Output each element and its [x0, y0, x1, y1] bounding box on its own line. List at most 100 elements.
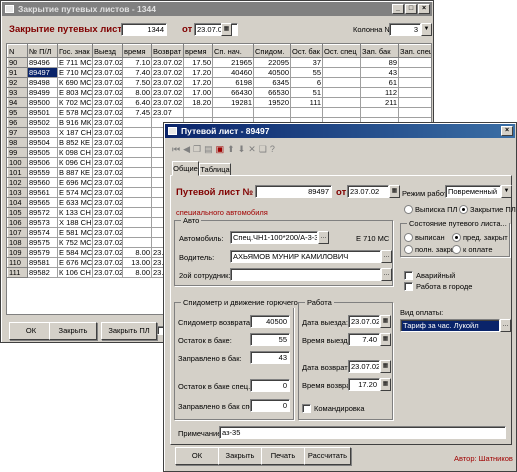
table-cell[interactable]: 6.40: [122, 97, 152, 108]
table-cell[interactable]: Е 711 МС: [57, 57, 93, 68]
table-cell[interactable]: 23.07.02: [92, 257, 123, 268]
table-cell[interactable]: 17.50: [183, 57, 213, 68]
dialog-titlebar[interactable]: Путевой лист - 89497 ×: [165, 124, 515, 138]
table-cell[interactable]: 23.07.02: [92, 67, 123, 78]
table-cell[interactable]: 89502: [27, 117, 58, 128]
table-cell[interactable]: 21965: [212, 57, 254, 68]
table-cell[interactable]: 23.07.02: [92, 167, 123, 178]
return-date-calendar-icon[interactable]: ▦: [380, 360, 391, 373]
table-cell[interactable]: Е 633 МС: [57, 197, 93, 208]
table-cell[interactable]: 37: [290, 57, 323, 68]
table-cell[interactable]: 89559: [27, 167, 58, 178]
table-cell[interactable]: 23.07.02: [151, 67, 184, 78]
table-cell[interactable]: К 690 МС: [57, 77, 93, 88]
table-cell[interactable]: Е 578 МС: [57, 107, 93, 118]
table-cell[interactable]: [398, 57, 431, 68]
note-field[interactable]: аз-35: [219, 426, 506, 439]
table-cell[interactable]: [122, 207, 152, 218]
table-cell[interactable]: 89506: [27, 157, 58, 168]
table-cell[interactable]: 17.00: [183, 87, 213, 98]
column-header[interactable]: Сп. нач.: [212, 44, 254, 58]
table-cell[interactable]: [122, 167, 152, 178]
table-cell[interactable]: 211: [360, 97, 399, 108]
table-cell[interactable]: 18.20: [183, 97, 213, 108]
copy-icon[interactable]: ❐: [193, 143, 201, 155]
table-cell[interactable]: 89582: [27, 267, 58, 278]
table-cell[interactable]: 23.07.02: [92, 117, 123, 128]
city-work-checkbox[interactable]: [404, 282, 413, 291]
table-cell[interactable]: 23.07.02: [151, 77, 184, 88]
table-cell[interactable]: 23.07.02: [92, 127, 123, 138]
table-cell[interactable]: 51: [290, 87, 323, 98]
table-cell[interactable]: 23.07.02: [92, 147, 123, 158]
main-ok-button[interactable]: ОК: [9, 322, 53, 340]
table-row[interactable]: 90 89496 Е 711 МС 23.07.02 7.10 23.07.02 17.50…: [7, 57, 431, 68]
table-cell[interactable]: 89560: [27, 177, 58, 188]
table-cell[interactable]: 23.07.02: [92, 137, 123, 148]
table-cell[interactable]: Е 803 МС: [57, 87, 93, 98]
radio-issue[interactable]: [404, 205, 413, 214]
table-cell[interactable]: 23.07.02: [92, 207, 123, 218]
table-cell[interactable]: 89501: [27, 107, 58, 118]
table-cell[interactable]: [398, 87, 431, 98]
table-cell[interactable]: 19520: [253, 97, 291, 108]
table-cell[interactable]: Е 574 МС: [57, 187, 93, 198]
table-cell[interactable]: [122, 147, 152, 158]
table-cell[interactable]: 89565: [27, 197, 58, 208]
depart-time-field[interactable]: 7.40: [348, 333, 380, 346]
return-time-field[interactable]: 17.20: [348, 378, 380, 391]
main-number-field[interactable]: 1344: [121, 23, 167, 36]
table-cell[interactable]: 23.07.02: [92, 87, 123, 98]
copy-record-icon[interactable]: ❏: [259, 143, 267, 155]
table-cell[interactable]: 13.00: [122, 257, 152, 268]
mode-select[interactable]: Повременный: [445, 185, 501, 198]
table-cell[interactable]: [122, 137, 152, 148]
tank-rest-field[interactable]: 55: [250, 333, 290, 346]
arrow-up-icon[interactable]: ⬆: [227, 143, 235, 155]
tank-fill-field[interactable]: 43: [250, 351, 290, 364]
table-cell[interactable]: 23.07.02: [151, 57, 184, 68]
close-icon[interactable]: ×: [418, 4, 430, 14]
table-row[interactable]: 92 89498 К 690 МС 23.07.02 7.50 23.07.02 17.20…: [7, 77, 431, 88]
table-cell[interactable]: К 106 СН: [57, 267, 93, 278]
column-header[interactable]: Зап. спец: [398, 44, 431, 58]
driver-field[interactable]: АХЬЯМОВ МУНИР КАМИЛОВИЧ: [230, 250, 381, 263]
business-trip-checkbox[interactable]: [302, 404, 311, 413]
column-dropdown-icon[interactable]: ▼: [421, 23, 432, 36]
table-cell[interactable]: 23.07.02: [92, 197, 123, 208]
table-cell[interactable]: 89505: [27, 147, 58, 158]
table-cell[interactable]: [122, 177, 152, 188]
table-cell[interactable]: 89561: [27, 187, 58, 198]
table-cell[interactable]: 19281: [212, 97, 254, 108]
table-cell[interactable]: 89575: [27, 237, 58, 248]
table-cell[interactable]: [322, 87, 361, 98]
column-header[interactable]: время: [122, 44, 152, 58]
table-cell[interactable]: [290, 107, 323, 118]
table-cell[interactable]: [212, 107, 254, 118]
table-cell[interactable]: 89496: [27, 57, 58, 68]
table-cell[interactable]: 8.00: [122, 247, 152, 258]
mode-dropdown-icon[interactable]: ▼: [501, 185, 512, 198]
table-cell[interactable]: Е 676 МС: [57, 257, 93, 268]
table-cell[interactable]: 89573: [27, 217, 58, 228]
report-icon[interactable]: ▣: [216, 143, 225, 155]
table-cell[interactable]: [183, 107, 213, 118]
table-cell[interactable]: [398, 67, 431, 78]
depart-date-calendar-icon[interactable]: ▦: [380, 315, 391, 328]
table-cell[interactable]: 8.00: [122, 87, 152, 98]
table-cell[interactable]: К 752 МС: [57, 237, 93, 248]
dialog-close-button[interactable]: Закрыть: [218, 447, 262, 465]
main-close-button[interactable]: Закрыть: [49, 322, 97, 340]
table-cell[interactable]: К 133 СН: [57, 207, 93, 218]
table-row[interactable]: 95 89501 Е 578 МС 23.07.02 7.45 23.07: [7, 107, 431, 118]
table-cell[interactable]: 23.07: [151, 107, 184, 118]
pay-select[interactable]: Тариф за час. Лукойл: [400, 319, 500, 332]
table-cell[interactable]: 112: [360, 87, 399, 98]
table-cell[interactable]: 23.07.02: [151, 97, 184, 108]
table-cell[interactable]: 23.07.02: [92, 107, 123, 118]
table-cell[interactable]: 8.00: [122, 267, 152, 278]
table-cell[interactable]: [122, 157, 152, 168]
table-cell[interactable]: 89498: [27, 77, 58, 88]
column-header[interactable]: время: [183, 44, 213, 58]
help-icon[interactable]: ?: [270, 143, 275, 155]
